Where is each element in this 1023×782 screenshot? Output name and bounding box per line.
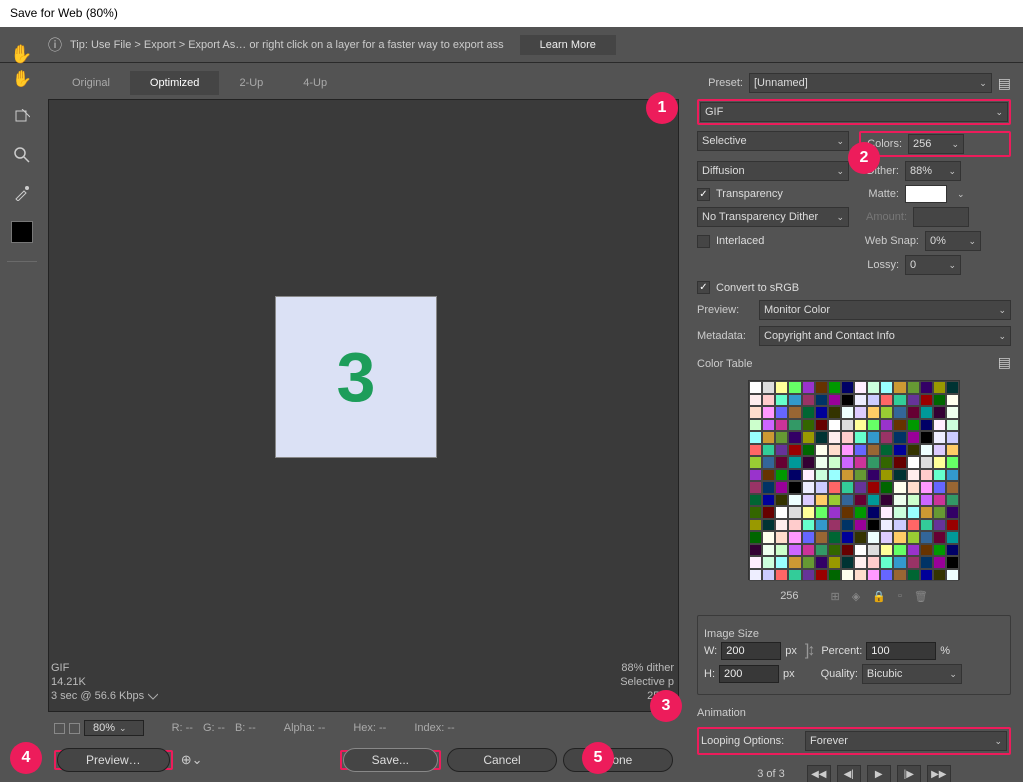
transparency-checkbox[interactable]: ✓ xyxy=(697,188,710,201)
tab-4up[interactable]: 4-Up xyxy=(283,71,347,95)
annotation-4: 4 xyxy=(10,742,42,774)
tool-strip: ✋ xyxy=(0,63,44,782)
slice-tool-icon[interactable] xyxy=(12,107,32,127)
preview-tabs: Original Optimized 2-Up 4-Up xyxy=(44,67,683,95)
looping-select[interactable]: Forever⌄ xyxy=(805,731,1007,751)
next-frame-button[interactable]: |▶ xyxy=(897,765,921,782)
image-size-header: Image Size xyxy=(704,628,1004,640)
preview-button[interactable]: Preview… xyxy=(57,748,170,772)
format-select[interactable]: GIF⌄ xyxy=(700,102,1008,122)
preview-area[interactable]: 3 GIF 14.21K 3 sec @ 56.6 Kbps 88% dithe… xyxy=(48,99,679,712)
status-bar: 80%⌄ R: --G: --B: -- Alpha: -- Hex: -- I… xyxy=(44,714,683,742)
color-table[interactable] xyxy=(748,380,960,580)
quality-select[interactable]: Bicubic⌄ xyxy=(862,664,962,684)
tab-original[interactable]: Original xyxy=(52,71,130,95)
frame-indicator: 3 of 3 xyxy=(757,768,785,780)
trash-icon[interactable]: 🗑 xyxy=(914,590,928,603)
annotation-1: 1 xyxy=(646,92,678,124)
prev-frame-button[interactable]: ◀| xyxy=(837,765,861,782)
zoom-tool-icon[interactable] xyxy=(12,145,32,165)
amount-select xyxy=(913,207,969,227)
info-icon: ⓘ xyxy=(48,35,62,55)
annotation-2: 2 xyxy=(848,142,880,174)
tab-2up[interactable]: 2-Up xyxy=(219,71,283,95)
window-titlebar: Save for Web (80%) xyxy=(0,0,1023,27)
colors-select[interactable]: 256⌄ xyxy=(908,134,964,154)
hand-tool-icon[interactable]: ✋ xyxy=(12,69,32,89)
width-input[interactable] xyxy=(721,642,781,660)
color-table-header: Color Table xyxy=(697,358,752,370)
cube-icon[interactable]: ⊞ xyxy=(831,590,840,603)
first-frame-button[interactable]: ◀◀ xyxy=(807,765,831,782)
color-swatch[interactable] xyxy=(11,221,33,243)
link-icon[interactable]: ]↕ xyxy=(805,642,813,660)
canvas-preview: 3 xyxy=(275,296,437,458)
metadata-select[interactable]: Copyright and Contact Info⌄ xyxy=(759,326,1011,346)
new-icon[interactable]: ▫ xyxy=(898,590,902,603)
tab-optimized[interactable]: Optimized xyxy=(130,71,220,95)
cancel-button[interactable]: Cancel xyxy=(447,748,557,772)
dither-select[interactable]: 88%⌄ xyxy=(905,161,961,181)
height-input[interactable] xyxy=(719,665,779,683)
flyout-menu-icon[interactable]: ▤ xyxy=(998,75,1011,92)
lock-icon[interactable]: 🔒 xyxy=(872,590,886,603)
tip-text: Tip: Use File > Export > Export As… or r… xyxy=(70,39,504,51)
colortable-menu-icon[interactable]: ▤ xyxy=(998,354,1011,371)
play-button[interactable]: ▶ xyxy=(867,765,891,782)
color-table-tools: 256 ⊞ ◈ 🔒 ▫ 🗑 xyxy=(697,588,1011,609)
lossy-select[interactable]: 0⌄ xyxy=(905,255,961,275)
trans-dither-select[interactable]: No Transparency Dither⌄ xyxy=(697,207,849,227)
websnap-select[interactable]: 0%⌄ xyxy=(925,231,981,251)
preview-info-left: GIF 14.21K 3 sec @ 56.6 Kbps xyxy=(51,661,158,703)
browser-icon[interactable]: ⊕⌄ xyxy=(181,752,203,768)
learn-more-button[interactable]: Learn More xyxy=(520,35,616,55)
srgb-checkbox[interactable]: ✓ xyxy=(697,281,710,294)
grid-icon[interactable] xyxy=(54,723,65,734)
percent-input[interactable] xyxy=(866,642,936,660)
reduction-select[interactable]: Selective⌄ xyxy=(697,131,849,151)
eyedropper-tool-icon[interactable] xyxy=(12,183,32,203)
tip-bar: ⓘ Tip: Use File > Export > Export As… or… xyxy=(0,27,1023,63)
save-button[interactable]: Save... xyxy=(343,748,438,772)
interlaced-checkbox[interactable] xyxy=(697,235,710,248)
annotation-3: 3 xyxy=(650,690,682,722)
zoom-select[interactable]: 80%⌄ xyxy=(84,720,144,736)
annotation-5: 5 xyxy=(582,742,614,774)
preview-colorspace-select[interactable]: Monitor Color⌄ xyxy=(759,300,1011,320)
hand-icon[interactable]: ✋ xyxy=(10,44,32,65)
grid2-icon[interactable] xyxy=(69,723,80,734)
matte-swatch[interactable] xyxy=(905,185,947,203)
animation-header: Animation xyxy=(697,707,1011,719)
divider xyxy=(7,261,37,262)
preset-label: Preset: xyxy=(697,77,743,89)
preset-select[interactable]: [Unnamed]⌄ xyxy=(749,73,992,93)
done-button[interactable]: Done xyxy=(563,748,673,772)
last-frame-button[interactable]: ▶▶ xyxy=(927,765,951,782)
dither-method-select[interactable]: Diffusion⌄ xyxy=(697,161,849,181)
shift-icon[interactable]: ◈ xyxy=(852,590,860,603)
